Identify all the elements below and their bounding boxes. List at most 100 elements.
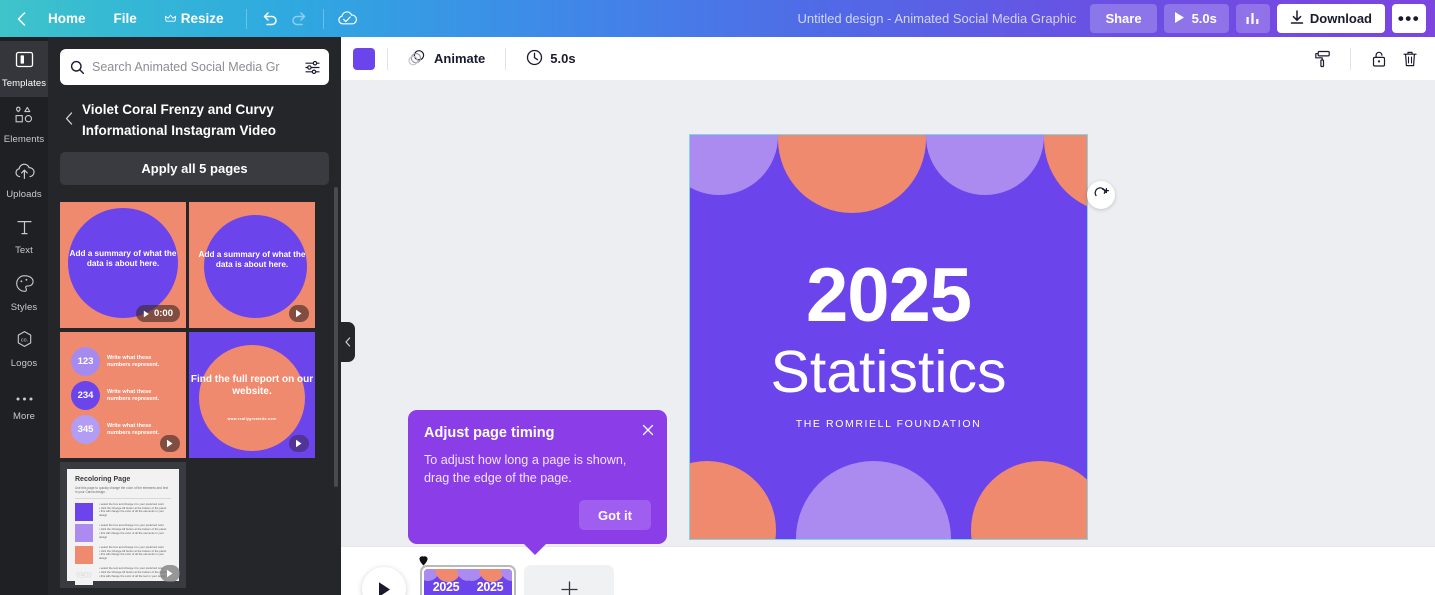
redo-icon[interactable] [285, 4, 315, 34]
document-title[interactable]: Untitled design - Animated Social Media … [798, 11, 1077, 26]
paint-roller-icon[interactable] [1307, 43, 1338, 74]
design-page[interactable]: 2025 Statistics THE ROMRIELL FOUNDATION [689, 134, 1088, 540]
bar-chart-icon[interactable] [1235, 4, 1270, 33]
timeline-page-inner: 2025 Statistics 2025 Statistics [424, 569, 512, 595]
timeline-play-button[interactable] [362, 567, 406, 595]
sidebar-item-elements[interactable]: Elements [0, 97, 48, 153]
download-label: Download [1309, 11, 1372, 26]
page-duration-button[interactable]: 5.0s [518, 44, 583, 74]
panel-scrollbar[interactable] [334, 187, 338, 487]
recolor-bullets: • select the box and change it to your p… [99, 523, 167, 539]
undo-icon[interactable] [255, 4, 285, 34]
animate-icon [408, 49, 427, 69]
play-icon [143, 310, 149, 317]
recolor-row: TEXT • select the text and change it to … [75, 567, 171, 586]
sidebar-label-templates: Templates [1, 77, 47, 89]
template-card-4-subtext: www.reallygreatsite.com [227, 417, 277, 421]
text-icon [16, 219, 33, 241]
filter-sliders-icon[interactable] [300, 59, 321, 76]
canvas-area[interactable]: 2025 Statistics THE ROMRIELL FOUNDATION … [341, 80, 1435, 555]
play-icon [296, 309, 302, 318]
collapse-panel-handle[interactable] [341, 322, 355, 362]
tooltip-tail [523, 543, 547, 555]
trash-icon[interactable] [1394, 43, 1425, 74]
deco-circle [971, 461, 1087, 539]
recolor-bullets: • select the box and change it to your p… [99, 501, 167, 518]
sidebar-item-styles[interactable]: Styles [0, 265, 48, 321]
add-page-button[interactable] [524, 565, 614, 595]
page-headline: Statistics [770, 339, 1007, 405]
play-icon [167, 439, 173, 448]
clock-icon [526, 49, 543, 69]
number-row-3: 345 Write what these numbers represent. [71, 415, 169, 444]
template-card-1-badge: 0:00 [135, 305, 180, 322]
unlock-icon[interactable] [1363, 43, 1394, 74]
text-swatch: TEXT [75, 567, 93, 586]
editor-toolbar: Animate 5.0s [341, 37, 1435, 80]
deco-circle [1044, 135, 1087, 213]
deco-circle [926, 135, 1044, 195]
download-icon [1290, 9, 1304, 28]
template-card-5[interactable]: Recoloring Page Use this page to quickly… [60, 462, 186, 588]
share-button[interactable]: Share [1090, 4, 1157, 33]
timing-marker-icon[interactable] [419, 553, 428, 566]
template-card-2[interactable]: Add a summary of what the data is about … [189, 202, 315, 328]
template-card-1-time: 0:00 [153, 308, 173, 319]
timeline-page-thumb[interactable]: 2025 Statistics 2025 Statistics [420, 565, 516, 595]
menu-home[interactable]: Home [34, 5, 100, 33]
template-grid: Add a summary of what the data is about … [60, 202, 329, 588]
add-animation-icon[interactable] [1087, 181, 1115, 209]
color-swatch [75, 502, 93, 521]
menu-resize[interactable]: Resize [151, 5, 238, 33]
templates-icon [15, 50, 34, 74]
top-bar: Home File Resize Untitled design - Anima… [0, 0, 1435, 37]
number-badge: 345 [71, 415, 100, 444]
preview-play-button[interactable]: 5.0s [1163, 4, 1229, 33]
apply-all-label: Apply all 5 pages [141, 161, 248, 176]
divider-2 [505, 47, 507, 70]
deco-circle [690, 135, 778, 195]
editor-toolbar-right [1307, 43, 1425, 74]
play-icon [378, 581, 390, 595]
menu-home-label: Home [48, 11, 86, 26]
sidebar-item-templates[interactable]: Templates [0, 41, 48, 97]
number-caption: Write what these numbers represent. [107, 388, 160, 402]
timeline-page-year: 2025 [432, 580, 460, 594]
recoloring-page: Recoloring Page Use this page to quickly… [67, 469, 179, 586]
back-icon[interactable] [8, 0, 34, 37]
more-dots-icon [15, 389, 34, 407]
apply-all-pages-button[interactable]: Apply all 5 pages [60, 152, 329, 185]
template-card-3[interactable]: 123 Write what these numbers represent. … [60, 332, 186, 458]
recolor-row: • select the box and change it to your p… [75, 545, 171, 564]
sidebar-item-more[interactable]: More [0, 377, 48, 433]
more-options-button[interactable]: ••• [1392, 4, 1426, 33]
download-button[interactable]: Download [1276, 4, 1385, 33]
template-card-4[interactable]: Find the full report on our website. www… [189, 332, 315, 458]
recolor-row: • select the box and change it to your p… [75, 523, 171, 543]
animate-button[interactable]: Animate [400, 44, 493, 74]
close-icon[interactable] [642, 424, 654, 438]
search-input[interactable] [92, 60, 300, 74]
cloud-saved-icon[interactable] [332, 4, 362, 34]
timeline-bar: 2025 Statistics 2025 Statistics [341, 546, 1435, 595]
panel-back-icon[interactable] [60, 98, 78, 138]
play-duration-label: 5.0s [1191, 11, 1217, 26]
got-it-button[interactable]: Got it [579, 500, 651, 530]
sidebar-item-text[interactable]: Text [0, 209, 48, 265]
sidebar-label-text: Text [15, 244, 33, 256]
search-box[interactable] [60, 49, 329, 85]
sidebar-item-logos[interactable]: co. Logos [0, 321, 48, 377]
svg-text:co.: co. [20, 337, 27, 343]
tooltip-body: To adjust how long a page is shown, drag… [424, 453, 627, 485]
menu-file[interactable]: File [100, 5, 151, 33]
duration-label: 5.0s [550, 51, 576, 66]
divider [75, 497, 171, 499]
menu-resize-label: Resize [180, 11, 224, 26]
template-card-1[interactable]: Add a summary of what the data is about … [60, 202, 186, 328]
search-icon [70, 60, 85, 75]
share-label: Share [1105, 11, 1142, 26]
color-swatch-button[interactable] [353, 47, 375, 70]
sidebar-label-uploads: Uploads [6, 188, 42, 200]
sidebar-item-uploads[interactable]: Uploads [0, 153, 48, 209]
page-footer-text: THE ROMRIELL FOUNDATION [795, 418, 982, 430]
